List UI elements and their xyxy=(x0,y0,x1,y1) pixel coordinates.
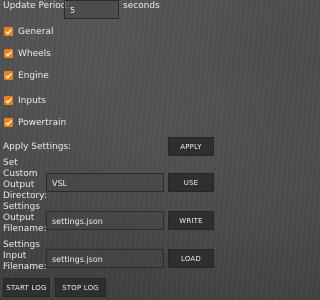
checkbox-general-row[interactable]: General xyxy=(0,26,120,38)
checkbox-wheels-row[interactable]: Wheels xyxy=(0,48,120,60)
checkbox-wheels[interactable] xyxy=(4,49,13,58)
custom-output-label: Set Custom Output Directory: xyxy=(3,158,47,201)
write-button[interactable]: WRITE xyxy=(168,211,214,230)
checkmark-icon xyxy=(5,120,12,126)
settings-output-label: Settings Output Filename: xyxy=(3,202,47,234)
checkbox-inputs[interactable] xyxy=(4,96,13,105)
settings-input-filename-input[interactable]: settings.json xyxy=(46,249,164,268)
apply-button[interactable]: APPLY xyxy=(168,137,214,156)
checkbox-general[interactable] xyxy=(4,27,13,36)
checkmark-icon xyxy=(5,29,12,35)
update-period-unit: seconds xyxy=(123,1,160,11)
update-period-input[interactable]: 5 xyxy=(64,0,119,19)
settings-output-filename-input[interactable]: settings.json xyxy=(46,211,164,230)
settings-input-label: Settings Input Filename: xyxy=(3,240,47,272)
checkmark-icon xyxy=(5,73,12,79)
checkbox-inputs-row[interactable]: Inputs xyxy=(0,95,120,107)
checkmark-icon xyxy=(5,51,12,57)
checkbox-label-powertrain: Powertrain xyxy=(18,118,67,128)
checkbox-engine-row[interactable]: Engine xyxy=(0,70,120,82)
update-period-label: Update Period: xyxy=(3,1,70,11)
checkbox-engine[interactable] xyxy=(4,71,13,80)
stop-log-button[interactable]: STOP LOG xyxy=(55,278,106,297)
checkbox-label-inputs: Inputs xyxy=(18,96,46,106)
start-log-button[interactable]: START LOG xyxy=(3,278,50,297)
checkbox-powertrain-row[interactable]: Powertrain xyxy=(0,117,120,129)
checkbox-powertrain[interactable] xyxy=(4,118,13,127)
checkbox-label-wheels: Wheels xyxy=(18,49,51,59)
checkmark-icon xyxy=(5,98,12,104)
load-button[interactable]: LOAD xyxy=(168,249,214,268)
checkbox-label-general: General xyxy=(18,27,54,37)
apply-settings-label: Apply Settings: xyxy=(3,142,72,152)
use-button[interactable]: USE xyxy=(168,173,214,192)
custom-output-directory-input[interactable]: VSL xyxy=(46,173,164,192)
checkbox-label-engine: Engine xyxy=(18,71,49,81)
